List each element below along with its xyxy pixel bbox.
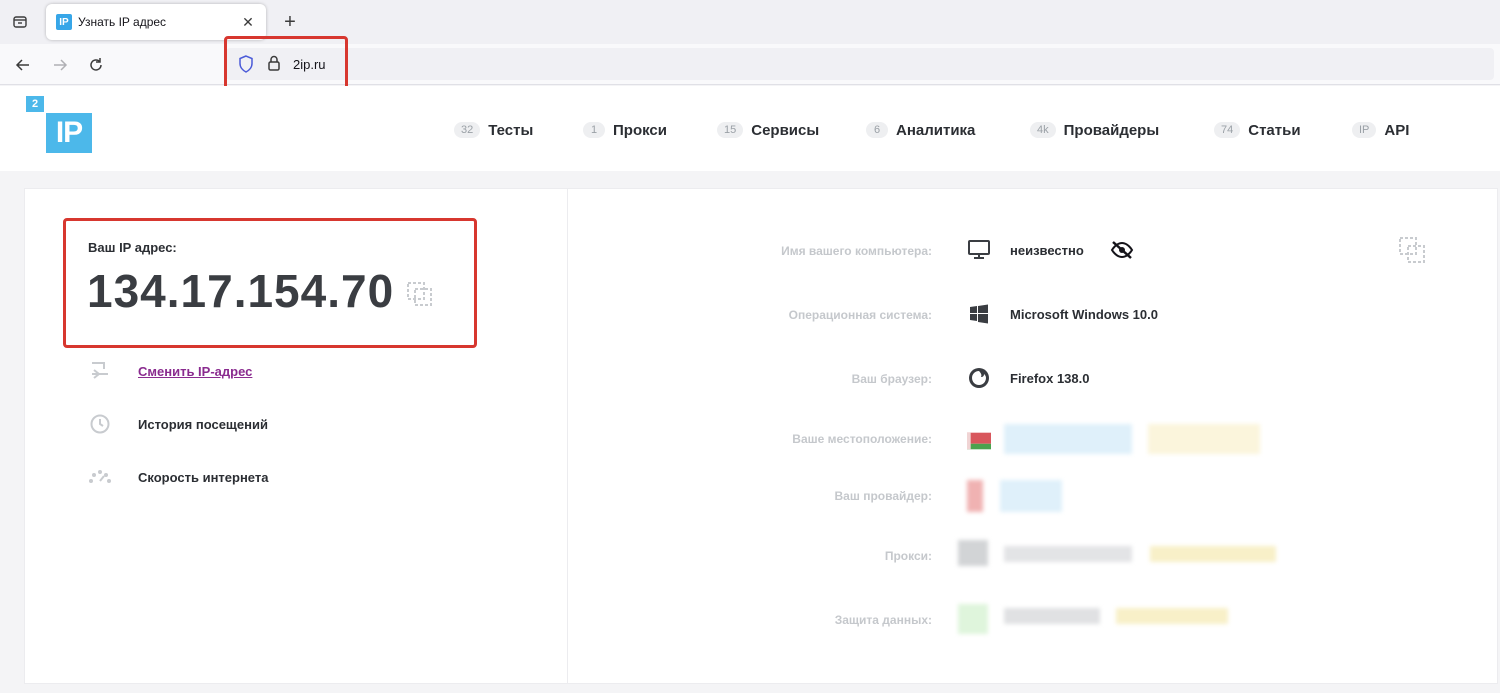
menu-badge: 15 (717, 122, 744, 138)
reload-icon[interactable] (83, 52, 109, 78)
provider-label: Ваш провайдер: (834, 489, 932, 503)
menu-label: Сервисы (751, 121, 820, 139)
menu-badge: 1 (583, 122, 605, 138)
close-tab-icon[interactable]: ✕ (240, 14, 256, 31)
logo-big: IP (46, 113, 92, 153)
card-divider (567, 188, 568, 684)
menu-badge: 32 (454, 122, 481, 138)
redacted-provider-logo (967, 480, 983, 512)
ip-label: Ваш IP адрес: (88, 240, 177, 255)
change-ip-label[interactable]: Сменить IP-адрес (138, 364, 252, 379)
computer-name-label: Имя вашего компьютера: (781, 244, 932, 258)
tab-list-icon[interactable] (8, 10, 32, 34)
redacted-protection-action (1116, 608, 1228, 624)
browser-label: Ваш браузер: (851, 372, 932, 386)
redacted-proxy-icon (958, 540, 988, 566)
firefox-icon (967, 366, 991, 390)
history-label[interactable]: История посещений (138, 417, 268, 432)
os-value: Microsoft Windows 10.0 (1010, 307, 1158, 322)
menu-label: Тесты (488, 121, 534, 139)
redacted-protection-status (1004, 608, 1100, 624)
new-tab-icon[interactable]: + (278, 10, 302, 34)
history-link[interactable]: История посещений (88, 412, 268, 436)
menu-item-api[interactable]: IP API (1352, 120, 1409, 140)
speed-test-link[interactable]: Скорость интернета (88, 465, 268, 489)
browser-value: Firefox 138.0 (1010, 371, 1090, 386)
url-bar[interactable] (226, 48, 1494, 80)
browser-tab[interactable]: IP Узнать IP адрес ✕ (46, 4, 266, 40)
menu-label: Прокси (613, 121, 667, 139)
speed-test-label[interactable]: Скорость интернета (138, 470, 268, 485)
forward-icon[interactable] (47, 52, 73, 78)
site-header: 2 IP 32 Тесты 1 Прокси 15 Сервисы 6 Анал… (0, 86, 1500, 171)
logo-small: 2 (26, 96, 44, 112)
change-ip-link[interactable]: Сменить IP-адрес (88, 359, 252, 383)
computer-name-value: неизвестно (1010, 243, 1084, 258)
menu-badge: 4k (1030, 122, 1056, 138)
data-protection-label: Защита данных: (834, 613, 932, 627)
menu-badge: IP (1352, 122, 1377, 138)
redacted-provider-name (1000, 480, 1062, 512)
windows-icon (967, 302, 991, 326)
ip-address-value[interactable]: 134.17.154.70 (87, 264, 394, 318)
menu-item-articles[interactable]: 74 Статьи (1214, 120, 1301, 140)
menu-badge: 74 (1214, 122, 1241, 138)
url-highlight-frame (224, 36, 348, 90)
menu-label: API (1384, 121, 1410, 139)
back-icon[interactable] (10, 52, 36, 78)
speedometer-icon (88, 465, 112, 489)
tab-title: Узнать IP адрес (78, 15, 167, 29)
redacted-proxy-action (1150, 546, 1276, 562)
proxy-label: Прокси: (884, 549, 932, 563)
menu-badge: 6 (866, 122, 888, 138)
menu-item-analytics[interactable]: 6 Аналитика (866, 120, 975, 140)
monitor-icon (967, 238, 991, 262)
redacted-proxy-status (1004, 546, 1132, 562)
location-label: Ваше местоположение: (792, 432, 932, 446)
favicon-icon: IP (56, 14, 72, 30)
redacted-protection-icon (958, 604, 988, 634)
flag-icon (967, 429, 991, 453)
redacted-location-city (1004, 424, 1132, 454)
menu-item-proxy[interactable]: 1 Прокси (583, 120, 667, 140)
os-label: Операционная система: (788, 308, 932, 322)
menu-label: Аналитика (896, 121, 976, 139)
menu-label: Провайдеры (1063, 121, 1160, 139)
menu-item-services[interactable]: 15 Сервисы (717, 120, 819, 140)
menu-label: Статьи (1248, 121, 1301, 139)
history-icon (88, 412, 112, 436)
redacted-location-region (1148, 424, 1260, 454)
copy-info-icon[interactable] (1398, 236, 1426, 269)
menu-item-tests[interactable]: 32 Тесты (454, 120, 533, 140)
eye-slash-icon[interactable] (1110, 238, 1134, 262)
menu-item-providers[interactable]: 4k Провайдеры (1030, 120, 1159, 140)
copy-ip-icon[interactable] (406, 281, 434, 312)
site-logo[interactable]: 2 IP (26, 96, 92, 154)
swap-icon (88, 359, 112, 383)
